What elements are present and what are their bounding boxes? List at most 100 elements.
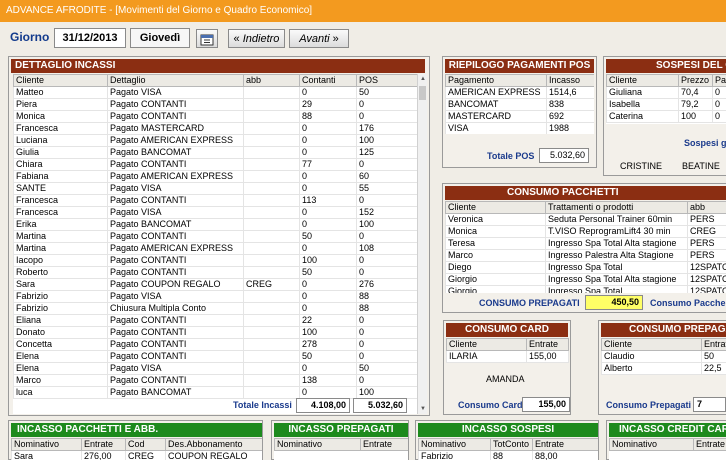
table-cell: 88 bbox=[299, 110, 357, 123]
incasso-row[interactable]: Concetta Pagato CONTANTI 278 0 bbox=[13, 338, 418, 351]
sospeso-row[interactable]: Isabella 79,2 0 bbox=[606, 98, 726, 111]
sospeso-row[interactable]: Caterina 100 0 bbox=[606, 110, 726, 123]
calendar-button[interactable] bbox=[196, 29, 218, 48]
incasso-row[interactable]: SANTE Pagato VISA 0 55 bbox=[13, 182, 418, 195]
column-header[interactable]: TotConto bbox=[490, 438, 533, 451]
column-header[interactable]: Nominativo bbox=[609, 438, 694, 451]
table-cell: Sara bbox=[13, 278, 108, 291]
scroll-thumb[interactable] bbox=[419, 86, 426, 100]
incasso-row[interactable]: Marco Pagato CONTANTI 138 0 bbox=[13, 374, 418, 387]
column-header[interactable]: Entrate bbox=[701, 338, 726, 351]
prev-day-button[interactable]: « Indietro bbox=[228, 29, 285, 48]
incassi-scrollbar[interactable]: ▲ ▼ bbox=[417, 74, 427, 414]
incasso-row[interactable]: Donato Pagato CONTANTI 100 0 bbox=[13, 326, 418, 339]
column-header[interactable]: Nominativo bbox=[274, 438, 361, 451]
table-cell: Caterina bbox=[606, 110, 679, 123]
incasso-row[interactable]: Francesca Pagato VISA 0 152 bbox=[13, 206, 418, 219]
prepagato-row[interactable]: Alberto 22,5 bbox=[601, 362, 726, 375]
table-cell: 88 bbox=[356, 290, 418, 303]
table-cell bbox=[243, 110, 300, 123]
column-header[interactable]: Incasso bbox=[546, 74, 594, 87]
column-header[interactable]: Nominativo bbox=[11, 438, 82, 451]
column-header[interactable]: Cliente bbox=[606, 74, 679, 87]
column-header[interactable]: Cliente bbox=[601, 338, 702, 351]
column-header[interactable]: abb bbox=[243, 74, 300, 87]
sospeso-row[interactable]: Giuliana 70,4 0 bbox=[606, 86, 726, 99]
incasso-row[interactable]: Martina Pagato CONTANTI 50 0 bbox=[13, 230, 418, 243]
column-header[interactable]: Cliente bbox=[446, 338, 527, 351]
pacchetto-row[interactable]: Marco Ingresso Palestra Alta Stagione PERS bbox=[445, 249, 726, 262]
column-header[interactable]: Des.Abbonamento bbox=[165, 438, 262, 451]
totale-pos-summary-value: 5.032,60 bbox=[539, 148, 589, 163]
incasso-row[interactable]: Roberto Pagato CONTANTI 50 0 bbox=[13, 266, 418, 279]
incasso-row[interactable]: Fabrizio Chiusura Multipla Conto 0 88 bbox=[13, 302, 418, 315]
pacchetto-row[interactable]: Giorgio Ingresso Spa Total Alta stagione 1… bbox=[445, 273, 726, 286]
incasso-row[interactable]: Monica Pagato CONTANTI 88 0 bbox=[13, 110, 418, 123]
card-row[interactable]: ILARIA 155,00 bbox=[446, 350, 569, 363]
table-cell: Diego bbox=[445, 261, 546, 274]
incasso-row[interactable]: Erika Pagato BANCOMAT 0 100 bbox=[13, 218, 418, 231]
column-header[interactable]: abb bbox=[687, 201, 726, 214]
incasso-row[interactable]: Iacopo Pagato CONTANTI 100 0 bbox=[13, 254, 418, 267]
pos-row[interactable]: MASTERCARD 692 bbox=[445, 110, 594, 123]
column-header[interactable]: Nominativo bbox=[418, 438, 491, 451]
column-header[interactable]: Pagamento bbox=[445, 74, 547, 87]
pos-row[interactable]: BANCOMAT 838 bbox=[445, 98, 594, 111]
column-header[interactable]: Pag bbox=[712, 74, 726, 87]
pacchetto-row[interactable]: Monica T.VISO ReprogramLift4 30 min CREG bbox=[445, 225, 726, 238]
incasso-row[interactable]: Eliana Pagato CONTANTI 22 0 bbox=[13, 314, 418, 327]
table-cell: Ingresso Palestra Alta Stagione bbox=[545, 249, 688, 262]
prepagato-row[interactable]: Claudio 50 bbox=[601, 350, 726, 363]
column-header[interactable]: Entrate bbox=[360, 438, 408, 451]
incasso-sospeso-row[interactable]: Fabrizio 88 88,00 bbox=[418, 450, 598, 460]
incasso-row[interactable]: Matteo Pagato VISA 0 50 bbox=[13, 86, 418, 99]
next-day-button[interactable]: Avanti » bbox=[289, 29, 349, 48]
pos-row[interactable]: VISA 1988 bbox=[445, 122, 594, 134]
column-header[interactable]: Trattamenti o prodotti bbox=[545, 201, 688, 214]
pacchetto-row[interactable]: Diego Ingresso Spa Total 12SPATO bbox=[445, 261, 726, 274]
incasso-row[interactable]: Francesca Pagato MASTERCARD 0 176 bbox=[13, 122, 418, 135]
incasso-row[interactable]: Piera Pagato CONTANTI 29 0 bbox=[13, 98, 418, 111]
incasso-row[interactable]: Chiara Pagato CONTANTI 77 0 bbox=[13, 158, 418, 171]
column-header[interactable]: POS bbox=[356, 74, 418, 87]
column-header[interactable]: Cliente bbox=[445, 201, 546, 214]
column-header[interactable]: Entrate bbox=[526, 338, 569, 351]
incasso-row[interactable]: Fabiana Pagato AMERICAN EXPRESS 0 60 bbox=[13, 170, 418, 183]
scroll-down-icon[interactable]: ▼ bbox=[418, 404, 427, 414]
double-right-arrow-icon: » bbox=[332, 33, 339, 45]
pacchetto-row[interactable]: Giorgio Ingresso Spa Total 12SPATO bbox=[445, 285, 726, 293]
incasso-pacchetto-row[interactable]: Sara 276,00 CREG COUPON REGALO bbox=[11, 450, 262, 460]
consumo-pacchetti-total-label: Consumo Pacche bbox=[650, 298, 726, 308]
incasso-row[interactable]: Giulia Pagato BANCOMAT 0 125 bbox=[13, 146, 418, 159]
column-header[interactable]: Cod bbox=[125, 438, 166, 451]
date-field[interactable]: 31/12/2013 bbox=[54, 28, 126, 48]
table-cell: 0 bbox=[712, 110, 726, 123]
column-header[interactable]: Entrate bbox=[693, 438, 726, 451]
table-cell: Pagato VISA bbox=[107, 86, 244, 99]
pos-row[interactable]: AMERICAN EXPRESS 1514,6 bbox=[445, 86, 594, 99]
pacchetto-row[interactable]: Veronica Seduta Personal Trainer 60min PER… bbox=[445, 213, 726, 226]
incasso-row[interactable]: Elena Pagato VISA 0 50 bbox=[13, 362, 418, 375]
incassi-table: Cliente Dettaglio abb Contanti POS Matteo Pag… bbox=[13, 74, 418, 399]
scroll-up-icon[interactable]: ▲ bbox=[418, 74, 427, 84]
incasso-row[interactable]: Martina Pagato AMERICAN EXPRESS 0 108 bbox=[13, 242, 418, 255]
table-cell: Seduta Personal Trainer 60min bbox=[545, 213, 688, 226]
incasso-row[interactable]: Fabrizio Pagato VISA 0 88 bbox=[13, 290, 418, 303]
incasso-row[interactable]: luca Pagato BANCOMAT 0 100 bbox=[13, 386, 418, 399]
pacchetto-row[interactable]: Teresa Ingresso Spa Total Alta stagione PE… bbox=[445, 237, 726, 250]
incasso-row[interactable]: Sara Pagato COUPON REGALO CREG 0 276 bbox=[13, 278, 418, 291]
table-cell: 50 bbox=[356, 86, 418, 99]
column-header[interactable]: Contanti bbox=[299, 74, 357, 87]
table-cell: Eliana bbox=[13, 314, 108, 327]
column-header[interactable]: Entrate bbox=[81, 438, 126, 451]
totale-incassi-label: Totale Incassi bbox=[233, 400, 292, 410]
incasso-row[interactable]: Francesca Pagato CONTANTI 113 0 bbox=[13, 194, 418, 207]
column-header[interactable]: Cliente bbox=[13, 74, 108, 87]
riepilogo-pos-header: RIEPILOGO PAGAMENTI POS bbox=[445, 59, 594, 73]
column-header[interactable]: Prezzo bbox=[678, 74, 713, 87]
table-cell: 88 bbox=[490, 450, 533, 460]
column-header[interactable]: Entrate bbox=[532, 438, 598, 451]
incasso-row[interactable]: Luciana Pagato AMERICAN EXPRESS 0 100 bbox=[13, 134, 418, 147]
incasso-row[interactable]: Elena Pagato CONTANTI 50 0 bbox=[13, 350, 418, 363]
column-header[interactable]: Dettaglio bbox=[107, 74, 244, 87]
